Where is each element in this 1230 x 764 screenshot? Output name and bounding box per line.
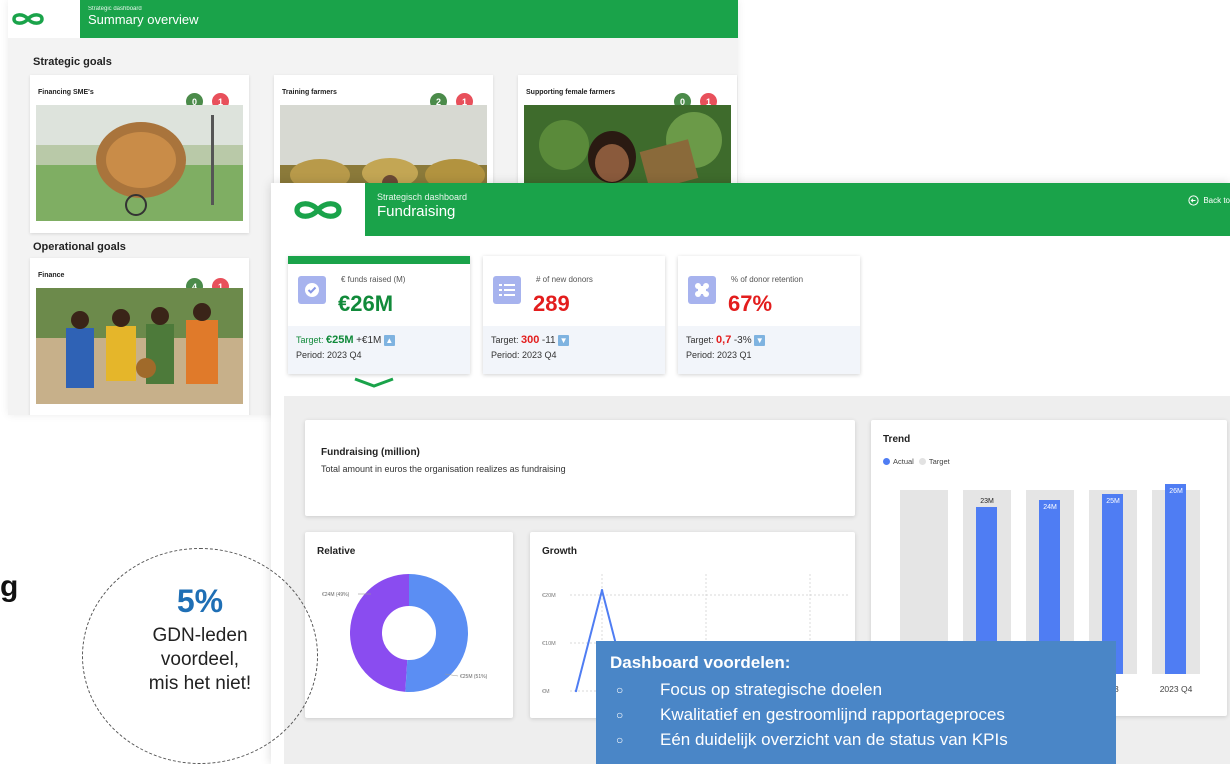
cropped-slide-text: g bbox=[0, 570, 19, 603]
infinity-logo-icon bbox=[12, 13, 44, 25]
slice-label: €24M (49%) bbox=[322, 592, 350, 598]
kpi-value: 67% bbox=[728, 291, 773, 316]
period-text: Period: 2023 Q4 bbox=[296, 350, 362, 361]
goal-photo bbox=[36, 105, 243, 221]
target-label: Target: bbox=[491, 335, 519, 345]
goal-photo bbox=[36, 288, 243, 404]
benefits-title: Dashboard voordelen: bbox=[610, 653, 791, 672]
strategic-goals-heading: Strategic goals bbox=[33, 56, 112, 68]
goal-card-title: Supporting female farmers bbox=[526, 89, 616, 96]
data-label: 26M bbox=[1169, 488, 1183, 495]
data-label: 23M bbox=[980, 498, 994, 505]
kpi-footer: Target: 300 -11 ▼ Period: 2023 Q4 bbox=[483, 326, 665, 374]
target-value: €25M bbox=[326, 334, 354, 346]
target-value: 300 bbox=[521, 334, 540, 346]
kpi-value: €26M bbox=[338, 291, 394, 316]
kpi-label: # of new donors bbox=[536, 275, 593, 284]
donut-slice bbox=[350, 574, 410, 692]
puzzle-icon bbox=[688, 276, 716, 304]
kpi-card-new-donors[interactable]: # of new donors 289 Target: 300 -11 ▼ Pe… bbox=[483, 256, 665, 374]
kpi-card-funds-raised[interactable]: € funds raised (M) €26M Target: €25M +€1… bbox=[288, 256, 470, 374]
kpi-card-donor-retention[interactable]: % of donor retention 67% Target: 0,7 -3%… bbox=[678, 256, 860, 374]
relative-chart-panel: Relative €24M (49%) €25M (51%) bbox=[305, 532, 513, 718]
data-label: 24M bbox=[1043, 504, 1057, 511]
goal-card-finance[interactable]: Finance 4 1 bbox=[30, 258, 249, 415]
arrow-down-icon: ▼ bbox=[558, 335, 570, 347]
bullet-icon: ○ bbox=[616, 732, 624, 747]
header-subtitle: Strategisch dashboard bbox=[377, 192, 468, 202]
fundraising-header: Strategisch dashboard Fundraising Back t… bbox=[271, 183, 1230, 236]
summary-header: Strategic dashboard Summary overview bbox=[8, 0, 738, 38]
check-badge-icon bbox=[298, 276, 326, 304]
period-text: Period: 2023 Q4 bbox=[491, 350, 557, 361]
benefit-item-text: Eén duidelijk overzicht van de status va… bbox=[660, 729, 1008, 749]
brand-logo[interactable] bbox=[8, 0, 80, 38]
data-label: 25M bbox=[1106, 498, 1120, 505]
page-title: Fundraising bbox=[377, 203, 456, 220]
back-button[interactable]: Back to bbox=[1188, 195, 1230, 206]
benefit-item-text: Focus op strategische doelen bbox=[660, 679, 883, 699]
benefit-item: ○ Kwalitatief en gestroomlijnd rapportage… bbox=[610, 702, 1116, 727]
kpi-footer: Target: €25M +€1M ▲ Period: 2023 Q4 bbox=[288, 326, 470, 374]
info-title: Fundraising (million) bbox=[321, 447, 420, 458]
bullet-icon: ○ bbox=[616, 707, 624, 722]
benefit-item: ○ Focus op strategische doelen bbox=[610, 677, 1116, 702]
benefit-item-text: Kwalitatief en gestroomlijnd rapportagep… bbox=[660, 704, 1005, 724]
target-label: Target: bbox=[686, 335, 714, 345]
slice-label: €25M (51%) bbox=[460, 674, 488, 680]
member-benefit-badge: 5% GDN-leden voordeel, mis het niet! bbox=[82, 548, 318, 764]
arrow-down-icon: ▼ bbox=[754, 335, 766, 347]
target-value: 0,7 bbox=[716, 334, 732, 346]
kpi-label: % of donor retention bbox=[731, 275, 804, 284]
benefits-overlay: Dashboard voordelen: ○ Focus op strategis… bbox=[596, 641, 1116, 764]
y-tick-label: €10M bbox=[542, 641, 556, 647]
delta-value: +€1M bbox=[356, 335, 382, 346]
list-icon bbox=[493, 276, 521, 304]
kpi-info-panel: Fundraising (million) Total amount in eu… bbox=[305, 420, 855, 516]
growth-point bbox=[574, 689, 578, 693]
goal-card-title: Finance bbox=[38, 272, 65, 279]
chevron-down-icon[interactable] bbox=[353, 377, 395, 389]
operational-goals-heading: Operational goals bbox=[33, 241, 126, 253]
delta-value: -3% bbox=[733, 335, 752, 346]
target-label: Target: bbox=[296, 335, 324, 345]
brand-logo[interactable] bbox=[271, 183, 365, 236]
benefit-item: ○ Eén duidelijk overzicht van de status v… bbox=[610, 727, 1116, 752]
bullet-icon: ○ bbox=[616, 682, 624, 697]
actual-bar bbox=[1165, 484, 1186, 674]
x-tick-label: 2023 Q4 bbox=[1160, 684, 1193, 694]
kpi-footer: Target: 0,7 -3% ▼ Period: 2023 Q1 bbox=[678, 326, 860, 374]
donut-chart: €24M (49%) €25M (51%) bbox=[322, 574, 488, 692]
y-tick-label: €M bbox=[542, 689, 550, 695]
goal-card-title: Training farmers bbox=[282, 89, 337, 96]
back-label: Back to bbox=[1203, 196, 1230, 205]
benefit-percent: 5% bbox=[176, 583, 224, 619]
goal-card-financing[interactable]: Financing SME's 0 1 bbox=[30, 75, 249, 233]
benefit-text: GDN-leden voordeel, mis het niet! bbox=[148, 625, 252, 694]
kpi-value: 289 bbox=[533, 291, 570, 316]
y-tick-label: €20M bbox=[542, 593, 556, 599]
back-arrow-icon bbox=[1188, 195, 1199, 206]
header-subtitle: Strategic dashboard bbox=[88, 6, 142, 12]
goal-card-title: Financing SME's bbox=[38, 89, 94, 96]
growth-point bbox=[600, 589, 604, 592]
kpi-label: € funds raised (M) bbox=[341, 275, 406, 284]
arrow-up-icon: ▲ bbox=[383, 335, 395, 347]
delta-value: -11 bbox=[541, 335, 556, 346]
page-title: Summary overview bbox=[88, 12, 199, 27]
period-text: Period: 2023 Q1 bbox=[686, 350, 752, 361]
donut-slice bbox=[405, 574, 468, 692]
info-description: Total amount in euros the organisation r… bbox=[321, 464, 566, 474]
infinity-logo-icon bbox=[294, 200, 342, 219]
